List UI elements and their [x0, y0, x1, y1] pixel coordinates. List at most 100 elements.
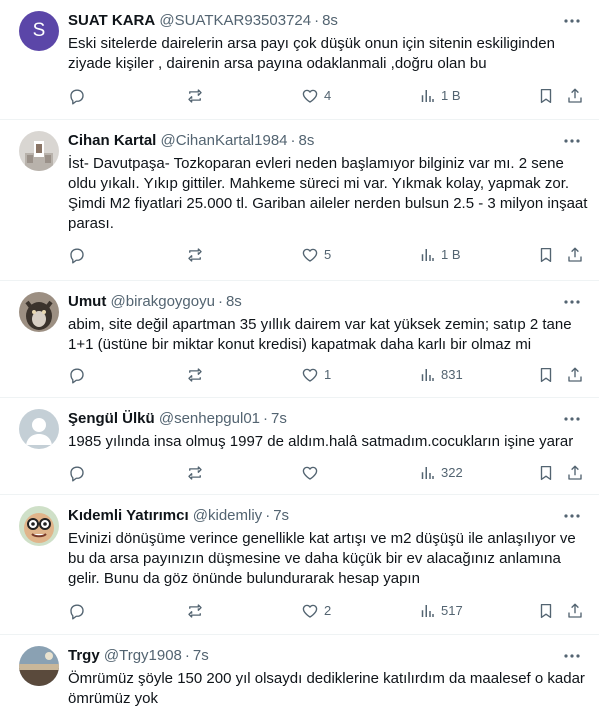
timestamp[interactable]: 7s	[273, 507, 289, 524]
tweet-actions: 5 1 B	[60, 244, 590, 266]
tweet-header: Trgy @Trgy1908 · 7s	[68, 646, 209, 666]
like-count: 4	[324, 88, 332, 103]
separator-dot: ·	[290, 132, 296, 149]
avatar[interactable]: S	[19, 11, 59, 51]
share-button[interactable]	[566, 600, 584, 622]
timestamp[interactable]: 7s	[271, 410, 287, 427]
share-button[interactable]	[566, 364, 584, 386]
repost-button[interactable]	[186, 462, 204, 484]
more-options-icon[interactable]	[563, 649, 581, 663]
tweet-header: Umut @birakgoygoyu · 8s	[68, 292, 242, 312]
bookmark-icon	[540, 247, 552, 263]
tweet-actions: 4 1 B	[60, 85, 590, 107]
display-name[interactable]: Kıdemli Yatırımcı	[68, 507, 189, 524]
timestamp[interactable]: 8s	[299, 132, 315, 149]
like-button[interactable]	[301, 462, 324, 484]
tweet-actions: 2 517	[60, 600, 590, 622]
reply-icon	[70, 89, 84, 105]
more-options-icon[interactable]	[563, 134, 581, 148]
tweet-text: Eski sitelerde dairelerin arsa payı çok …	[68, 35, 555, 72]
avatar[interactable]	[19, 409, 59, 449]
user-handle[interactable]: @CihanKartal1984	[161, 132, 288, 149]
views-chart-icon	[421, 90, 434, 102]
user-handle[interactable]: @kidemliy	[193, 507, 262, 524]
display-name[interactable]: Şengül Ülkü	[68, 410, 155, 427]
tweet-header: Kıdemli Yatırımcı @kidemliy · 7s	[68, 506, 289, 526]
tweet-cihan-kartal[interactable]: Cihan Kartal @CihanKartal1984 · 8s İst- Da…	[0, 120, 599, 281]
reply-icon	[70, 466, 84, 482]
like-count: 2	[324, 603, 332, 618]
bookmark-icon	[540, 367, 552, 383]
timestamp[interactable]: 8s	[226, 293, 242, 310]
avatar[interactable]	[19, 131, 59, 171]
reply-button[interactable]	[68, 600, 86, 622]
user-handle[interactable]: @Trgy1908	[104, 647, 182, 664]
share-button[interactable]	[566, 244, 584, 266]
tweet-umut[interactable]: Umut @birakgoygoyu · 8s abim, site değil a…	[0, 281, 599, 398]
more-options-icon[interactable]	[563, 295, 581, 309]
avatar[interactable]	[19, 506, 59, 546]
avatar[interactable]	[19, 646, 59, 686]
display-name[interactable]: Cihan Kartal	[68, 132, 156, 149]
more-options-icon[interactable]	[563, 509, 581, 523]
tweet-trgy[interactable]: Trgy @Trgy1908 · 7s Ömrümüz şöyle 150 200 …	[0, 635, 599, 711]
bookmark-button[interactable]	[537, 600, 555, 622]
share-icon	[568, 247, 582, 262]
views-button[interactable]: 1 B	[418, 244, 461, 266]
more-options-icon[interactable]	[563, 412, 581, 426]
repost-button[interactable]	[186, 85, 204, 107]
tweet-actions: 1 831	[60, 364, 590, 386]
bookmark-button[interactable]	[537, 364, 555, 386]
avatar[interactable]	[19, 292, 59, 332]
views-button[interactable]: 517	[418, 600, 463, 622]
heart-icon	[302, 466, 318, 480]
bookmark-icon	[540, 603, 552, 619]
heart-icon	[302, 89, 318, 103]
tweet-text: Evinizi dönüşüme verince genellikle kat …	[68, 530, 576, 587]
repost-icon	[188, 604, 202, 618]
views-chart-icon	[421, 467, 434, 479]
reply-button[interactable]	[68, 244, 86, 266]
display-name[interactable]: Umut	[68, 293, 106, 310]
repost-icon	[188, 466, 202, 480]
tweet-actions: 322	[60, 462, 590, 484]
like-button[interactable]: 1	[301, 364, 331, 386]
repost-button[interactable]	[186, 244, 204, 266]
repost-icon	[188, 248, 202, 262]
heart-icon	[302, 248, 318, 262]
like-button[interactable]: 4	[301, 85, 331, 107]
share-icon	[568, 88, 582, 103]
bookmark-button[interactable]	[537, 85, 555, 107]
tweet-suat-kara[interactable]: S SUAT KARA @SUATKAR93503724 · 8s Eski sit…	[0, 0, 599, 120]
avatar-image	[19, 506, 59, 546]
more-options-icon[interactable]	[563, 14, 581, 28]
repost-button[interactable]	[186, 600, 204, 622]
user-handle[interactable]: @senhepgul01	[159, 410, 260, 427]
share-icon	[568, 367, 582, 382]
reply-button[interactable]	[68, 364, 86, 386]
views-chart-icon	[421, 605, 434, 617]
display-name[interactable]: Trgy	[68, 647, 100, 664]
tweet-kidemli-yatirimci[interactable]: Kıdemli Yatırımcı @kidemliy · 7s Evinizi d…	[0, 495, 599, 635]
views-button[interactable]: 322	[418, 462, 463, 484]
display-name[interactable]: SUAT KARA	[68, 12, 155, 29]
bookmark-button[interactable]	[537, 462, 555, 484]
tweet-sengul-ulku[interactable]: Şengül Ülkü @senhepgul01 · 7s 1985 yılında…	[0, 398, 599, 495]
reply-button[interactable]	[68, 462, 86, 484]
timestamp[interactable]: 7s	[193, 647, 209, 664]
user-handle[interactable]: @birakgoygoyu	[111, 293, 215, 310]
like-button[interactable]: 5	[301, 244, 331, 266]
timestamp[interactable]: 8s	[322, 12, 338, 29]
avatar-image	[19, 131, 59, 171]
share-button[interactable]	[566, 462, 584, 484]
reply-button[interactable]	[68, 85, 86, 107]
like-button[interactable]: 2	[301, 600, 331, 622]
user-handle[interactable]: @SUATKAR93503724	[159, 12, 311, 29]
views-button[interactable]: 1 B	[418, 85, 461, 107]
bookmark-button[interactable]	[537, 244, 555, 266]
repost-button[interactable]	[186, 364, 204, 386]
share-button[interactable]	[566, 85, 584, 107]
view-count: 1 B	[441, 88, 461, 103]
view-count: 517	[441, 603, 463, 618]
views-button[interactable]: 831	[418, 364, 463, 386]
